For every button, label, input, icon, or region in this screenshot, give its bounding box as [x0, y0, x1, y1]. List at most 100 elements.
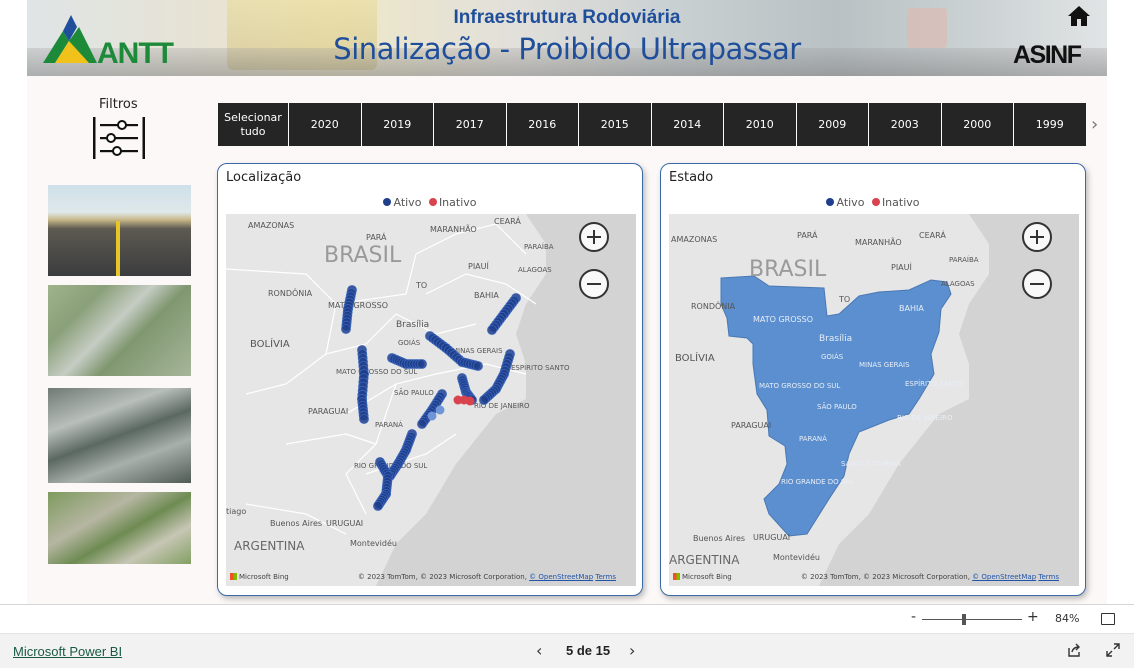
- tab-year-1999[interactable]: 1999: [1014, 103, 1086, 146]
- report-canvas: ANTT Infraestrutura Rodoviária Sinalizaç…: [27, 0, 1107, 604]
- zoom-out-button[interactable]: [1022, 269, 1052, 299]
- home-icon[interactable]: [1067, 5, 1091, 27]
- map-label-buenos-aires: Buenos Aires: [270, 519, 322, 528]
- road-segment-point-active[interactable]: [359, 414, 369, 424]
- legend-inactive-label: Inativo: [881, 196, 920, 209]
- map-label-buenos-aires: Buenos Aires: [693, 534, 745, 543]
- map-label-uruguai: URUGUAI: [326, 519, 363, 528]
- map-label-santa-catarina: SANTA CATARINA: [841, 460, 901, 468]
- map-label-bolivia: BOLÍVIA: [250, 337, 290, 350]
- map-label-paraiba: PARAÍBA: [949, 255, 979, 264]
- overpass-photo-thumbnail[interactable]: [48, 388, 191, 483]
- terms-link[interactable]: Terms: [595, 573, 616, 581]
- road-segment-point-active[interactable]: [341, 324, 351, 334]
- powerbi-footer: Microsoft Power BI ‹ 5 de 15 ›: [0, 633, 1134, 668]
- sliders-icon[interactable]: [91, 117, 147, 159]
- map-label-minas-gerais: MINAS GERAIS: [859, 361, 910, 369]
- map-label-alagoas: ALAGOAS: [518, 266, 552, 274]
- map-label-amazonas: AMAZONAS: [671, 235, 717, 244]
- map-label-para: PARÁ: [366, 231, 387, 242]
- map-label-ceara: CEARÁ: [919, 229, 946, 240]
- map-label-brasil: BRASIL: [324, 243, 402, 268]
- map-label-montevideu: Montevidéu: [350, 538, 397, 548]
- state-map[interactable]: AMAZONAS PARÁ MARANHÃO CEARÁ PARAÍBA PIA…: [669, 214, 1079, 586]
- map-credits: © 2023 TomTom, © 2023 Microsoft Corporat…: [801, 573, 1059, 581]
- road-segment-point-active[interactable]: [435, 405, 445, 415]
- map-label-maranhao: MARANHÃO: [430, 224, 477, 234]
- map-credits: © 2023 TomTom, © 2023 Microsoft Corporat…: [358, 573, 616, 581]
- zoom-slider-thumb[interactable]: [962, 614, 966, 625]
- state-map-card: Estado Ativo Inativo AMAZONAS PARÁ MARAN…: [660, 163, 1086, 596]
- osm-link[interactable]: © OpenStreetMap: [972, 573, 1036, 581]
- zoom-out-control[interactable]: -: [911, 609, 916, 625]
- map-label-brasil: BRASIL: [749, 257, 827, 282]
- interchange-photo-thumbnail[interactable]: [48, 285, 191, 376]
- state-legend: Ativo Inativo: [661, 196, 1085, 209]
- terms-link[interactable]: Terms: [1038, 573, 1059, 581]
- tab-year-2014[interactable]: 2014: [651, 103, 723, 146]
- zoom-in-control[interactable]: +: [1027, 609, 1039, 625]
- tab-year-2019[interactable]: 2019: [361, 103, 433, 146]
- zoom-in-button[interactable]: [579, 222, 609, 252]
- fit-to-page-icon[interactable]: [1101, 613, 1115, 625]
- state-map-canvas: AMAZONAS PARÁ MARANHÃO CEARÁ PARAÍBA PIA…: [669, 214, 1079, 586]
- map-label-piaui: PIAUÍ: [468, 260, 490, 271]
- tab-year-2009[interactable]: 2009: [796, 103, 868, 146]
- road-segment-point-active[interactable]: [373, 501, 383, 511]
- zoom-level: 84%: [1055, 612, 1080, 625]
- zoom-in-button[interactable]: [1022, 222, 1052, 252]
- map-label-brasilia: Brasília: [819, 334, 852, 344]
- road-segment-point-active[interactable]: [479, 395, 489, 405]
- chevron-left-icon[interactable]: ‹: [536, 641, 542, 660]
- tab-year-2017[interactable]: 2017: [434, 103, 506, 146]
- chevron-right-icon[interactable]: ›: [1091, 114, 1098, 135]
- map-label-bahia: BAHIA: [899, 304, 924, 313]
- map-label-mato-grosso: MATO GROSSO: [328, 301, 388, 310]
- tab-year-2020[interactable]: 2020: [289, 103, 361, 146]
- filters-label: Filtros: [99, 97, 138, 112]
- road-segment-point-active[interactable]: [417, 419, 427, 429]
- microsoft-logo-icon: [230, 573, 237, 580]
- bing-attribution: Microsoft Bing: [673, 573, 732, 581]
- road-photo-thumbnail[interactable]: [48, 185, 191, 276]
- expand-icon[interactable]: [1106, 643, 1120, 657]
- bing-label: Microsoft Bing: [239, 573, 289, 581]
- map-label-tiago: tiago: [226, 507, 246, 516]
- road-segment-point-inactive[interactable]: [465, 396, 475, 406]
- road-segment-point-active[interactable]: [473, 361, 483, 371]
- map-label-goias: GOIÁS: [821, 352, 844, 361]
- chevron-right-icon[interactable]: ›: [629, 641, 635, 660]
- road-segment-point-active[interactable]: [427, 411, 437, 421]
- zoom-out-button[interactable]: [579, 269, 609, 299]
- osm-link[interactable]: © OpenStreetMap: [529, 573, 593, 581]
- share-icon[interactable]: [1067, 643, 1081, 657]
- road-segment-point-active[interactable]: [417, 359, 427, 369]
- map-label-bolivia: BOLÍVIA: [675, 351, 715, 364]
- map-label-mato-grosso-sul: MATO GROSSO DO SUL: [336, 368, 417, 376]
- tab-year-2016[interactable]: 2016: [506, 103, 578, 146]
- map-label-paraguai: PARAGUAI: [731, 421, 771, 430]
- legend-active-dot: [826, 198, 835, 206]
- road-segment-point-active[interactable]: [487, 325, 497, 335]
- tab-year-2015[interactable]: 2015: [579, 103, 651, 146]
- map-credit-text: © 2023 TomTom, © 2023 Microsoft Corporat…: [357, 573, 530, 581]
- legend-inactive-dot: [428, 198, 437, 206]
- tab-year-2010[interactable]: 2010: [724, 103, 796, 146]
- map-label-espirito-santo: ESPÍRITO SANTO: [905, 379, 964, 388]
- tab-select-all[interactable]: Selecionar tudo: [218, 103, 288, 146]
- roundabout-photo-thumbnail[interactable]: [48, 492, 191, 564]
- tab-year-2000[interactable]: 2000: [941, 103, 1013, 146]
- powerbi-link[interactable]: Microsoft Power BI: [13, 644, 122, 659]
- map-label-parana: PARANÁ: [375, 420, 403, 429]
- page-subtitle: Infraestrutura Rodoviária: [453, 7, 681, 28]
- asinf-logo: ASINF: [1013, 41, 1082, 69]
- zoom-bar: - + 84%: [0, 604, 1134, 633]
- zoom-slider-track[interactable]: [922, 619, 1022, 620]
- map-label-espirito-santo: ESPÍRITO SANTO: [511, 363, 570, 372]
- map-label-maranhao: MARANHÃO: [855, 237, 902, 247]
- tab-year-2003[interactable]: 2003: [869, 103, 941, 146]
- location-map[interactable]: AMAZONAS PARÁ MARANHÃO CEARÁ PARAÍBA PIA…: [226, 214, 636, 586]
- map-label-paraiba: PARAÍBA: [524, 242, 554, 251]
- map-label-mato-grosso-sul: MATO GROSSO DO SUL: [759, 382, 840, 390]
- map-label-ceara: CEARÁ: [494, 215, 521, 226]
